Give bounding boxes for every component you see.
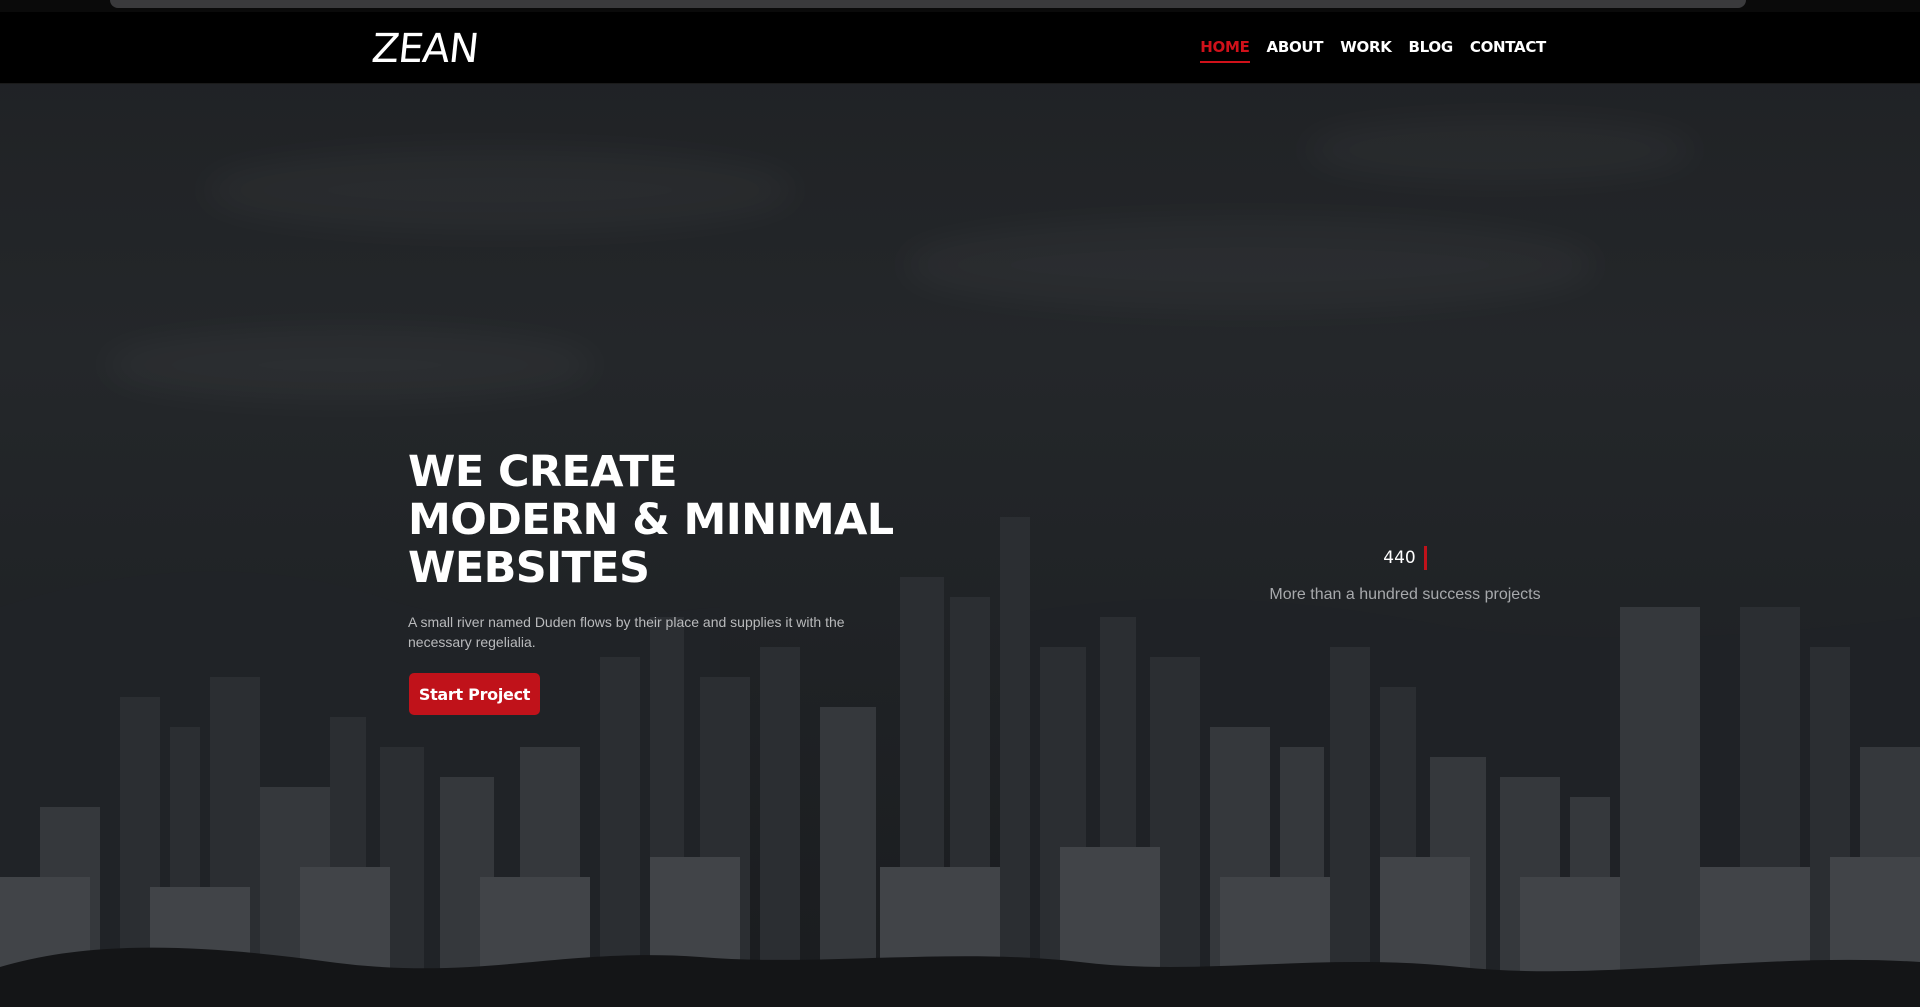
sky-cloud	[1300, 120, 1700, 180]
start-project-button[interactable]: Start Project	[409, 673, 540, 715]
browser-bar	[110, 0, 1746, 8]
hero-title-line: MODERN & MINIMAL	[408, 495, 894, 545]
nav-item-about[interactable]: ABOUT	[1267, 38, 1324, 63]
stat-label: More than a hundred success projects	[1269, 586, 1541, 603]
hero-title: WE CREATE MODERN & MINIMAL WEBSITES	[408, 448, 908, 592]
hero-title-line: WEBSITES	[408, 543, 650, 593]
sky-cloud	[200, 150, 800, 230]
sky-cloud	[100, 330, 600, 400]
nav-item-work[interactable]: WORK	[1340, 38, 1392, 63]
main-nav: HOME ABOUT WORK BLOG CONTACT	[1200, 38, 1546, 63]
nav-item-home[interactable]: HOME	[1200, 38, 1250, 63]
hero-description: A small river named Duden flows by their…	[408, 614, 845, 650]
page: ZEAN HOME ABOUT WORK BLOG CONTACT WE CRE…	[0, 0, 1920, 1007]
browser-top-strip	[0, 0, 1920, 12]
nav-item-blog[interactable]: BLOG	[1409, 38, 1454, 63]
site-logo[interactable]: ZEAN	[370, 26, 481, 72]
stat-accent-bar	[1423, 546, 1427, 570]
hero-title-line: WE CREATE	[408, 447, 678, 497]
sky-cloud	[900, 220, 1600, 310]
nav-item-contact[interactable]: CONTACT	[1470, 38, 1546, 63]
stat-number: 440	[1383, 548, 1416, 568]
site-header: ZEAN HOME ABOUT WORK BLOG CONTACT	[0, 12, 1920, 84]
stat-counter: 440 More than a hundred success projects	[1260, 546, 1550, 604]
stat-number-wrap: 440	[1383, 546, 1427, 570]
city-skyline-background	[0, 517, 1920, 1007]
